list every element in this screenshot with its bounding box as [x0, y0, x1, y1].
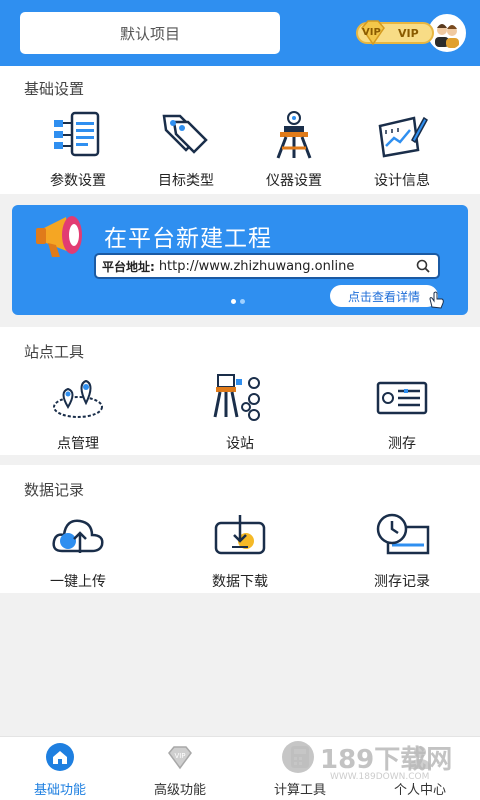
url-key: 平台地址:: [102, 259, 155, 274]
vip-area[interactable]: VIP VIP: [356, 14, 466, 52]
grid-item-label: 测存记录: [374, 574, 430, 590]
design-info-icon: [378, 116, 428, 158]
grid-item-label: 一键上传: [50, 574, 106, 590]
section-title: 基础设置: [24, 80, 85, 98]
platform-url-box: 平台地址: http://www.zhizhuwang.online: [94, 253, 440, 279]
basic-settings-section: 基础设置 参数设置 目标类型 仪器设置 设计信息: [0, 66, 480, 194]
vip-diamond-icon: VIP: [168, 746, 192, 770]
url-value: http://www.zhizhuwang.online: [158, 258, 355, 274]
vip-large-text: VIP: [398, 27, 419, 40]
tab-basic-functions[interactable]: 基础功能: [0, 737, 120, 798]
megaphone-icon: [36, 216, 82, 257]
tab-label: 基础功能: [33, 783, 86, 798]
tab-label: 高级功能: [153, 783, 206, 798]
watermark-text: 189下载网: [320, 744, 453, 775]
section-title: 站点工具: [24, 343, 85, 361]
watermark-logo-icon: [282, 741, 314, 773]
grid-item-data-download[interactable]: 数据下载: [185, 511, 295, 591]
pager-dot: [240, 299, 245, 304]
grid-item-label: 参数设置: [50, 173, 106, 189]
banner-pager: [231, 299, 245, 304]
grid-item-label: 设计信息: [374, 173, 430, 189]
hand-pointer-icon: [429, 291, 444, 309]
grid-item-parameters[interactable]: 参数设置: [23, 110, 133, 190]
view-details-button[interactable]: 点击查看详情: [330, 285, 444, 309]
search-icon: [416, 259, 430, 273]
station-tools-section: 站点工具 点管理 设站 测存: [0, 327, 480, 455]
pager-dot-active: [231, 299, 236, 304]
instrument-icon: [276, 111, 312, 159]
record-clock-icon: [376, 513, 430, 555]
section-title: 数据记录: [24, 481, 85, 499]
grid-item-measure-store[interactable]: 测存: [347, 373, 457, 453]
watermark: 189下载网: [282, 738, 472, 776]
grid-item-measure-records[interactable]: 测存记录: [347, 511, 457, 591]
banner-title: 在平台新建工程: [104, 226, 272, 252]
watermark-subtext: WWW.189DOWN.COM: [330, 772, 430, 782]
data-download-icon: [214, 515, 266, 555]
grid-item-design-info[interactable]: 设计信息: [347, 110, 457, 190]
grid-item-point-management[interactable]: 点管理: [23, 373, 133, 453]
user-avatar-icon: [430, 16, 464, 50]
set-station-icon: [213, 374, 260, 421]
promo-banner[interactable]: 在平台新建工程 平台地址: http://www.zhizhuwang.onli…: [12, 205, 468, 315]
home-icon: [46, 743, 74, 771]
grid-item-target-type[interactable]: 目标类型: [131, 110, 241, 190]
grid-item-instrument[interactable]: 仪器设置: [239, 110, 349, 190]
grid-item-label: 点管理: [57, 436, 99, 452]
project-selector[interactable]: 默认项目: [20, 12, 280, 54]
vip-small-text: VIP: [362, 27, 381, 38]
vip-badge[interactable]: VIP VIP: [356, 18, 434, 48]
grid-item-label: 设站: [226, 436, 254, 452]
grid-item-one-click-upload[interactable]: 一键上传: [23, 511, 133, 591]
view-details-label: 点击查看详情: [347, 289, 420, 304]
data-records-section: 数据记录 一键上传 数据下载 测存记录: [0, 465, 480, 593]
grid-item-label: 目标类型: [158, 173, 214, 189]
grid-item-set-station[interactable]: 设站: [185, 373, 295, 453]
grid-item-label: 数据下载: [212, 574, 268, 590]
parameters-icon: [54, 111, 100, 157]
grid-item-label: 仪器设置: [266, 173, 322, 189]
tab-advanced-functions[interactable]: VIP 高级功能: [120, 737, 240, 798]
svg-text:VIP: VIP: [174, 752, 185, 760]
target-type-icon: [162, 114, 208, 154]
point-management-icon: [53, 379, 103, 418]
top-bar: 默认项目 VIP VIP: [0, 0, 480, 66]
cloud-upload-icon: [52, 519, 104, 553]
measure-store-icon: [376, 381, 428, 415]
grid-item-label: 测存: [388, 436, 416, 452]
